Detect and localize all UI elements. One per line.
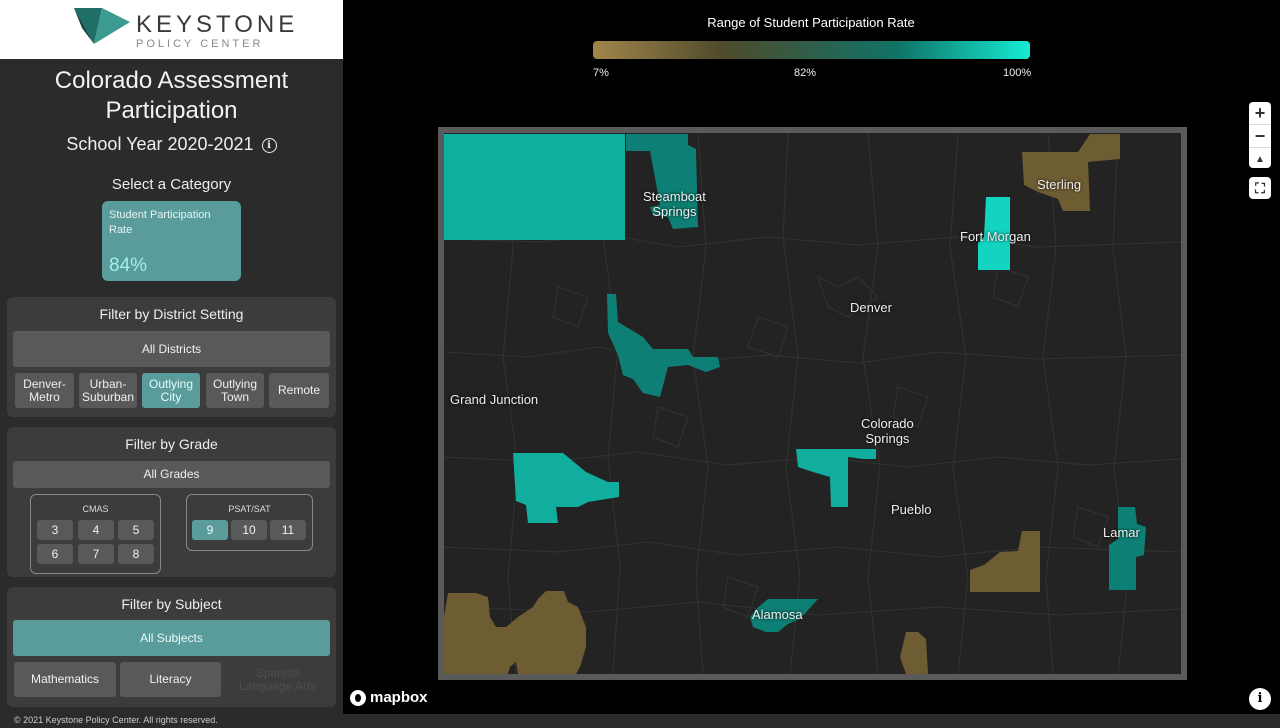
spanish-language-arts-button[interactable]: Spanish Language Arts [226, 662, 329, 697]
city-colorado-springs: Colorado Springs [861, 416, 914, 446]
literacy-button[interactable]: Literacy [120, 662, 221, 697]
cmas-group: CMAS 3 4 5 6 7 8 [30, 494, 161, 574]
title-line-2: Participation [105, 97, 238, 124]
all-subjects-button[interactable]: All Subjects [13, 620, 330, 656]
category-value: 84% [109, 255, 148, 276]
grade-7-button[interactable]: 7 [78, 544, 114, 564]
grade-3-button[interactable]: 3 [37, 520, 73, 540]
subject-filter-panel: Filter by Subject All Subjects Mathemati… [7, 587, 336, 707]
btn-line: Language Arts [238, 678, 317, 693]
colorado-district-map[interactable] [438, 127, 1188, 682]
grade-8-button[interactable]: 8 [118, 544, 154, 564]
grade-5-button[interactable]: 5 [118, 520, 154, 540]
zoom-out-button[interactable]: − [1249, 125, 1271, 148]
school-year-label: School Year 2020-2021 [66, 134, 254, 154]
city-pueblo: Pueblo [891, 502, 932, 517]
city-label: Springs [652, 204, 697, 219]
mapbox-label: mapbox [370, 689, 428, 706]
btn-line: Town [220, 389, 249, 404]
district-urban-suburban-button[interactable]: Urban- Suburban [79, 373, 137, 408]
psat-sat-label: PSAT/SAT [228, 504, 271, 514]
btn-line: Outlying [148, 376, 194, 391]
btn-line: City [160, 389, 182, 404]
btn-line: Metro [29, 389, 60, 404]
title-line-1: Colorado Assessment [54, 67, 289, 94]
btn-line: Denver- [23, 376, 66, 391]
legend-mid-label: 82% [794, 67, 817, 79]
zoom-in-button[interactable]: + [1249, 102, 1271, 125]
city-grand-junction: Grand Junction [450, 392, 539, 407]
category-heading: Select a Category [111, 176, 232, 193]
city-label: Colorado [861, 416, 914, 431]
footer: © 2021 Keystone Policy Center. All right… [0, 714, 1280, 728]
copyright: © 2021 Keystone Policy Center. All right… [14, 715, 218, 725]
grade-6-button[interactable]: 6 [37, 544, 73, 564]
district-filter-title: Filter by District Setting [99, 306, 244, 322]
legend-max-label: 100% [1003, 67, 1032, 79]
city-label: Springs [865, 431, 910, 446]
city-steamboat-springs: Steamboat Springs [643, 189, 706, 219]
fullscreen-icon[interactable]: ⛶ [1249, 177, 1271, 199]
city-label: Steamboat [643, 189, 706, 204]
grade-filter-panel: Filter by Grade All Grades CMAS 3 4 5 6 … [7, 427, 336, 577]
subject-filter-title: Filter by Subject [121, 596, 222, 612]
fullscreen-control: ⛶ [1249, 177, 1271, 199]
btn-line: Urban- [89, 376, 127, 391]
city-denver: Denver [850, 300, 892, 315]
logo-name: KEYSTONE [136, 11, 299, 38]
category-name: Student Participation Rate [109, 209, 211, 236]
city-lamar: Lamar [1103, 525, 1140, 540]
legend-gradient-bar [593, 41, 1030, 59]
grade-9-button[interactable]: 9 [192, 520, 228, 540]
legend-min-label: 7% [593, 67, 609, 79]
grade-4-button[interactable]: 4 [78, 520, 114, 540]
zoom-controls: + − ▲ [1249, 102, 1271, 168]
mapbox-logo[interactable]: mapbox [350, 689, 428, 706]
mathematics-button[interactable]: Mathematics [14, 662, 116, 697]
district-remote-button[interactable]: Remote [269, 373, 329, 408]
district-filter-panel: Filter by District Setting All Districts… [7, 297, 336, 417]
sidebar: KEYSTONE POLICY CENTER Colorado Assessme… [0, 0, 343, 714]
district-outlying-city-button[interactable]: Outlying City [142, 373, 200, 408]
btn-line: Spanish [255, 665, 300, 680]
grade-10-button[interactable]: 10 [231, 520, 267, 540]
district-denver-metro-button[interactable]: Denver- Metro [15, 373, 74, 408]
district-outlying-town-button[interactable]: Outlying Town [206, 373, 264, 408]
logo-subtitle: POLICY CENTER [136, 38, 264, 50]
psat-sat-group: PSAT/SAT 9 10 11 [186, 494, 313, 551]
legend-title: Range of Student Participation Rate [707, 15, 915, 30]
compass-button[interactable]: ▲ [1249, 148, 1271, 170]
logo[interactable]: KEYSTONE POLICY CENTER [0, 0, 343, 59]
school-year: School Year 2020-2021 i [0, 134, 343, 155]
city-alamosa: Alamosa [752, 607, 803, 622]
category-card-participation[interactable]: Student Participation Rate 84% [102, 201, 241, 281]
keystone-logo-icon [74, 8, 130, 44]
attribution-info-icon[interactable]: i [1249, 688, 1271, 710]
grade-11-button[interactable]: 11 [270, 520, 306, 540]
mapbox-icon [350, 689, 366, 706]
all-districts-button[interactable]: All Districts [13, 331, 330, 367]
all-grades-button[interactable]: All Grades [13, 461, 330, 488]
info-icon[interactable]: i [261, 138, 277, 153]
page-title: Colorado Assessment Participation [0, 66, 343, 126]
cmas-label: CMAS [82, 504, 109, 514]
btn-line: Suburban [81, 389, 135, 404]
grade-filter-title: Filter by Grade [125, 436, 218, 452]
btn-line: Outlying [212, 376, 258, 391]
district-moffat[interactable] [444, 134, 625, 240]
city-sterling: Sterling [1037, 177, 1082, 192]
city-fort-morgan: Fort Morgan [960, 229, 1031, 244]
